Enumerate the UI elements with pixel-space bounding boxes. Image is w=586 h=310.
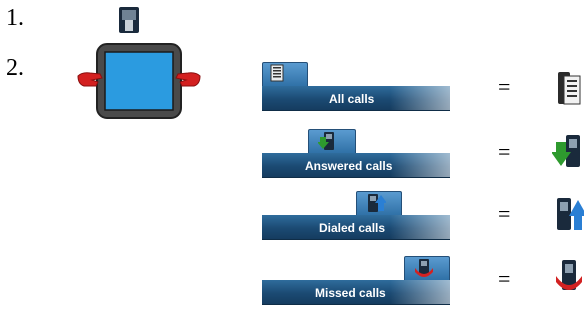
tab-label-dialed-calls: Dialed calls xyxy=(319,221,386,235)
missed-call-red-arrow-icon xyxy=(415,259,433,277)
dialed-call-blue-arrow-icon xyxy=(557,198,584,230)
step-number-2: 2. xyxy=(6,55,24,81)
call-log-list-icon xyxy=(558,72,581,105)
missed-call-red-arrow-icon xyxy=(556,260,582,290)
equals-sign: = xyxy=(498,139,511,164)
equals-sign: = xyxy=(498,201,511,226)
navigation-device-icon xyxy=(77,43,201,119)
answered-call-green-arrow-icon xyxy=(552,135,580,167)
tab-label-answered-calls: Answered calls xyxy=(305,159,393,173)
call-log-list-icon xyxy=(270,64,284,82)
step-number-1: 1. xyxy=(6,5,24,31)
tab-label-missed-calls: Missed calls xyxy=(315,286,386,300)
equals-sign: = xyxy=(498,266,511,291)
dialed-call-blue-arrow-icon xyxy=(368,194,386,212)
equals-sign: = xyxy=(498,74,511,99)
phone-key-icon xyxy=(119,7,139,33)
answered-call-green-arrow-icon xyxy=(318,132,334,150)
tab-label-all-calls: All calls xyxy=(329,92,375,106)
